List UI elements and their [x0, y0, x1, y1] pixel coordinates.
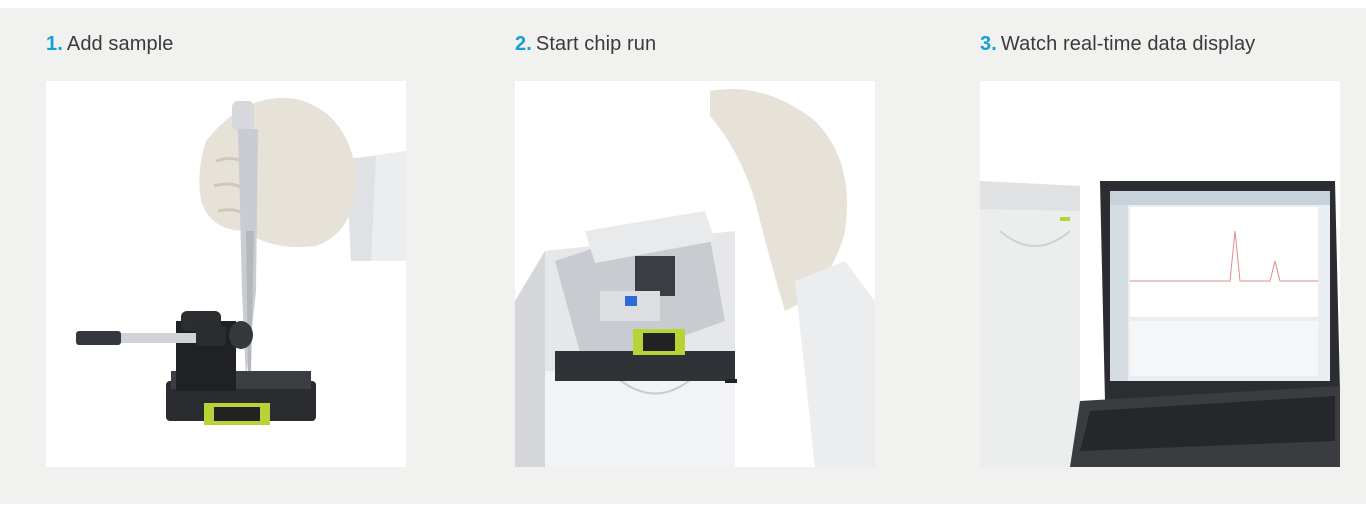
- step-label: Watch real-time data display: [1000, 33, 1256, 55]
- laptop-software-photo: [980, 81, 1340, 467]
- pipette-illustration: [76, 97, 406, 425]
- step-label: Add sample: [66, 33, 174, 55]
- step-label: Start chip run: [535, 33, 657, 55]
- step-number: 1.: [46, 33, 63, 55]
- step-number: 3.: [980, 33, 997, 55]
- step-add-sample: 1. Add sample: [46, 8, 406, 504]
- pipette-chip-priming-photo: [46, 81, 406, 467]
- step-start-chip-run: 2. Start chip run: [515, 8, 875, 504]
- step-title: 2. Start chip run: [515, 33, 656, 56]
- step-number: 2.: [515, 33, 532, 55]
- step-title: 3. Watch real-time data display: [980, 33, 1255, 56]
- bioanalyzer-illustration: [515, 89, 875, 467]
- laptop-illustration: [980, 181, 1340, 467]
- step-watch-data-display: 3. Watch real-time data display: [980, 8, 1340, 504]
- step-title: 1. Add sample: [46, 33, 174, 56]
- steps-panel: 1. Add sample 2. Start chip run 3. Watch…: [0, 8, 1366, 504]
- bioanalyzer-lid-photo: [515, 81, 875, 467]
